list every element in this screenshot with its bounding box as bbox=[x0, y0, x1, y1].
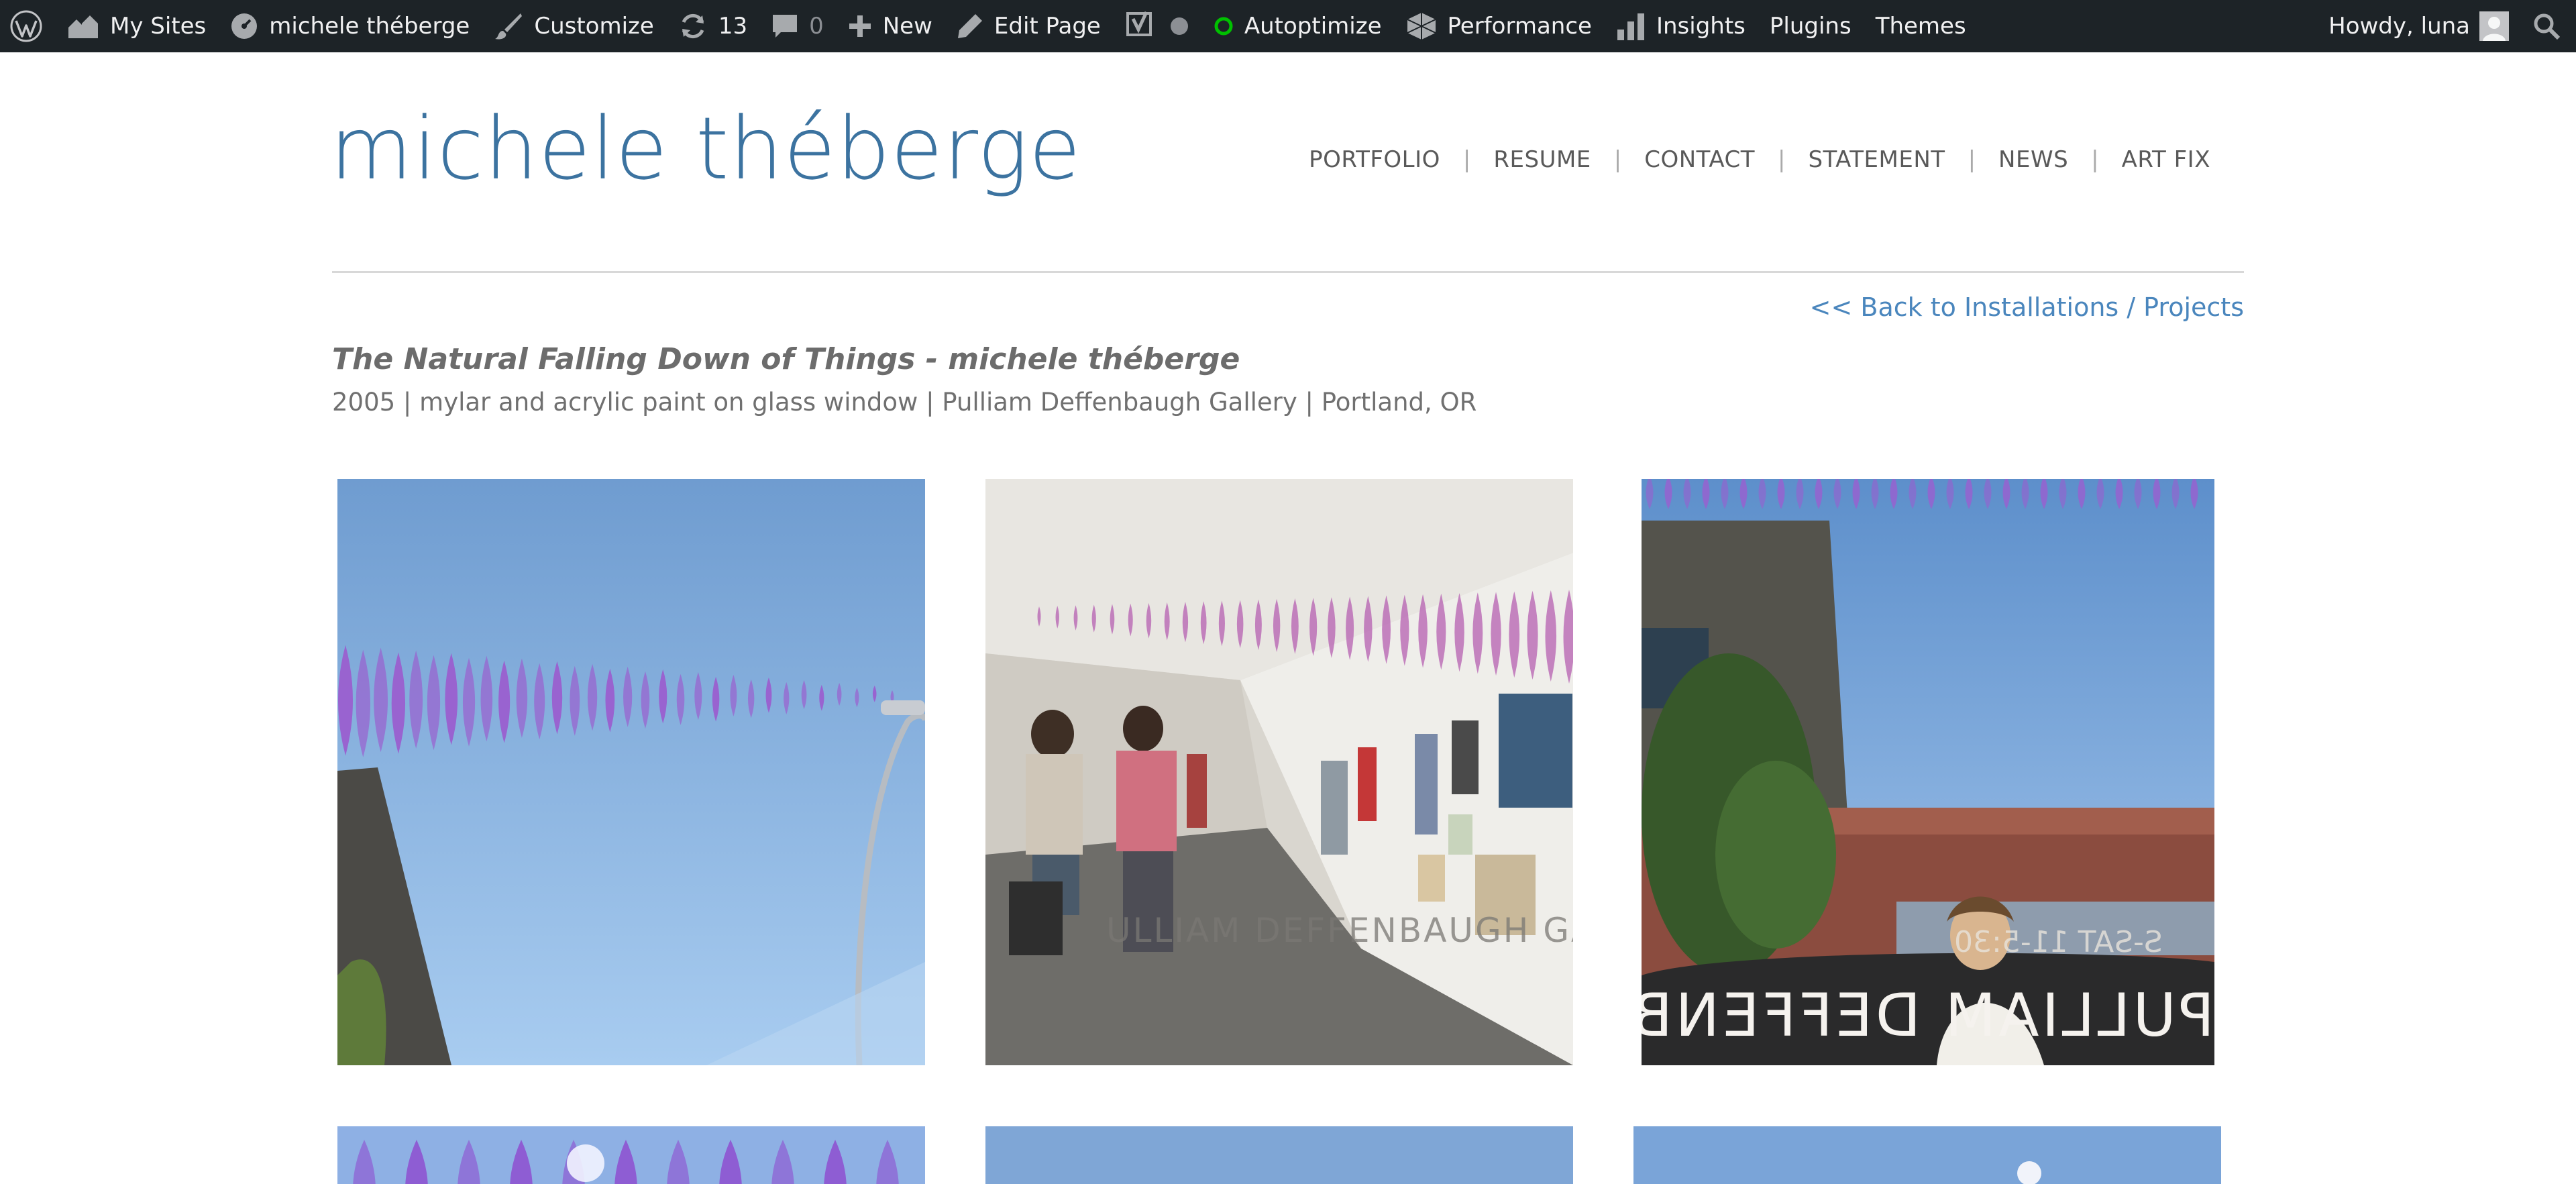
nav-separator: | bbox=[1462, 146, 1471, 173]
plugins-label: Plugins bbox=[1769, 13, 1851, 40]
sky-image bbox=[1633, 1126, 2221, 1184]
themes-label: Themes bbox=[1875, 13, 1966, 40]
yoast-seo-button[interactable] bbox=[1113, 0, 1165, 52]
gallery-photo-1[interactable] bbox=[337, 479, 925, 1065]
window-text-mirrored: PULLIAM DEFFENB bbox=[1642, 981, 2214, 1050]
wordpress-logo-button[interactable] bbox=[0, 0, 55, 52]
insights-label: Insights bbox=[1656, 13, 1746, 40]
yoast-icon bbox=[1126, 11, 1152, 36]
seo-score-indicator[interactable] bbox=[1165, 0, 1201, 52]
nav-item-news[interactable]: NEWS bbox=[1998, 146, 2068, 173]
new-content-menu[interactable]: New bbox=[836, 0, 945, 52]
autoptimize-label: Autoptimize bbox=[1244, 13, 1382, 40]
status-ring-icon bbox=[1214, 17, 1233, 36]
updates-icon bbox=[682, 13, 704, 39]
plus-icon bbox=[849, 15, 871, 37]
back-to-projects-link[interactable]: << Back to Installations / Projects bbox=[1810, 292, 2244, 322]
header-divider bbox=[332, 271, 2244, 273]
site-name-label: michele théberge bbox=[269, 13, 470, 40]
search-icon bbox=[2534, 13, 2560, 40]
customize-button[interactable]: Customize bbox=[482, 0, 665, 52]
my-sites-label: My Sites bbox=[110, 13, 207, 40]
page-title: The Natural Falling Down of Things - mic… bbox=[332, 342, 1240, 376]
pencil-icon bbox=[957, 14, 982, 38]
artwork-details: 2005 | mylar and acrylic paint on glass … bbox=[332, 388, 1477, 417]
nav-separator: | bbox=[1777, 146, 1786, 173]
admin-bar: My Sites michele théberge Customize 13 0 bbox=[0, 0, 2576, 52]
my-sites-menu[interactable]: My Sites bbox=[55, 0, 218, 52]
nav-item-contact[interactable]: CONTACT bbox=[1644, 146, 1755, 173]
comments-button[interactable]: 0 bbox=[759, 0, 836, 52]
autoptimize-menu[interactable]: Autoptimize bbox=[1201, 0, 1394, 52]
customize-label: Customize bbox=[534, 13, 654, 40]
bar-chart-icon bbox=[1617, 13, 1644, 40]
comment-icon bbox=[773, 15, 798, 38]
gallery-photo-2[interactable]: ULLIAM DEFFENBAUGH GALLERY bbox=[985, 479, 1573, 1065]
new-label: New bbox=[882, 13, 932, 40]
gallery-photo-4[interactable] bbox=[337, 1126, 925, 1184]
comments-count: 0 bbox=[809, 13, 824, 40]
leaves-closeup-image bbox=[337, 1126, 925, 1184]
nav-item-resume[interactable]: RESUME bbox=[1493, 146, 1591, 173]
window-text-hours: S-SAT 11-5:30 bbox=[1954, 925, 2163, 959]
gallery-interior-image: ULLIAM DEFFENBAUGH GALLERY bbox=[985, 479, 1573, 1065]
performance-menu[interactable]: Performance bbox=[1394, 0, 1604, 52]
sky-image bbox=[985, 1126, 1573, 1184]
nav-item-art-fix[interactable]: ART FIX bbox=[2122, 146, 2210, 173]
site-name-menu[interactable]: michele théberge bbox=[218, 0, 482, 52]
account-menu[interactable]: Howdy, luna bbox=[2316, 0, 2521, 52]
window-text-gallery: ULLIAM DEFFENBAUGH GALLERY bbox=[1106, 911, 1573, 950]
insights-menu[interactable]: Insights bbox=[1604, 0, 1758, 52]
themes-link[interactable]: Themes bbox=[1864, 0, 1978, 52]
performance-icon bbox=[1407, 13, 1436, 40]
performance-label: Performance bbox=[1447, 13, 1592, 40]
greeting-label: Howdy, luna bbox=[2328, 13, 2470, 40]
grey-dot-icon bbox=[1170, 17, 1188, 35]
my-sites-icon bbox=[68, 15, 98, 38]
plugins-link[interactable]: Plugins bbox=[1758, 0, 1864, 52]
admin-bar-secondary: Howdy, luna bbox=[2316, 0, 2576, 52]
wordpress-icon bbox=[10, 10, 42, 42]
updates-count: 13 bbox=[718, 13, 748, 40]
nav-separator: | bbox=[1968, 146, 1976, 173]
main-navigation: PORTFOLIO | RESUME | CONTACT | STATEMENT… bbox=[1309, 146, 2210, 173]
site-title-logo[interactable]: michele théberge bbox=[330, 99, 1081, 199]
nav-separator: | bbox=[2091, 146, 2099, 173]
admin-search-button[interactable] bbox=[2521, 0, 2576, 52]
nav-item-portfolio[interactable]: PORTFOLIO bbox=[1309, 146, 1440, 173]
sky-leaves-image bbox=[337, 479, 925, 1065]
gallery-photo-5[interactable] bbox=[985, 1126, 1573, 1184]
avatar bbox=[2479, 11, 2509, 41]
gallery-photo-6[interactable] bbox=[1633, 1126, 2221, 1184]
paintbrush-icon bbox=[495, 13, 523, 40]
nav-separator: | bbox=[1613, 146, 1622, 173]
dashboard-icon bbox=[231, 13, 258, 39]
edit-page-label: Edit Page bbox=[994, 13, 1101, 40]
gallery-photo-3[interactable]: S-SAT 11-5:30 PULLIAM DEFFENB bbox=[1642, 479, 2214, 1065]
updates-button[interactable]: 13 bbox=[666, 0, 759, 52]
edit-page-button[interactable]: Edit Page bbox=[945, 0, 1113, 52]
street-view-image: S-SAT 11-5:30 PULLIAM DEFFENB bbox=[1642, 479, 2214, 1065]
nav-item-statement[interactable]: STATEMENT bbox=[1808, 146, 1945, 173]
